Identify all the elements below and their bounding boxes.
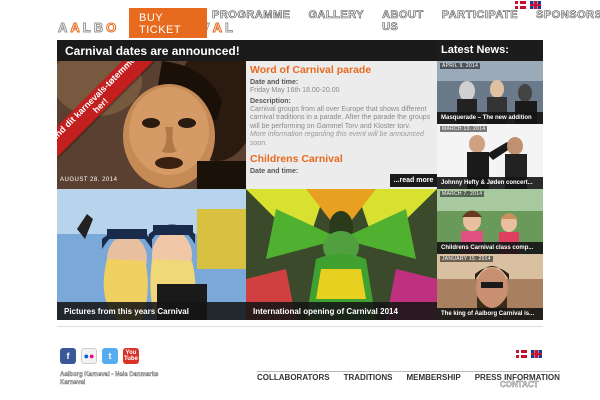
- article-description: Carnival groups from all over Europe tha…: [250, 105, 431, 130]
- logo-letter: A: [57, 19, 69, 35]
- footer-language-switcher: [516, 350, 542, 358]
- footer-nav-contact[interactable]: CONTACT: [500, 380, 539, 389]
- footer-nav-traditions[interactable]: TRADITIONS: [344, 373, 393, 382]
- article-date: Friday May 16th 18.00-20.00: [250, 87, 340, 94]
- news-date: MARCH 7. 2014: [440, 191, 485, 197]
- news-caption: The king of Aalborg Carnival is...: [437, 308, 543, 320]
- opening-tile[interactable]: International opening of Carnival 2014: [246, 189, 437, 320]
- gallery-photo: [57, 189, 246, 320]
- gallery-caption: Pictures from this years Carnival: [57, 302, 246, 320]
- news-item[interactable]: MARCH 13. 2014 Johnny Hefty & Jøden conc…: [437, 124, 543, 189]
- nav-item-sponsors[interactable]: SPONSORS: [536, 9, 600, 33]
- nav-item-about-us[interactable]: ABOUT US: [382, 9, 424, 34]
- gallery-tile[interactable]: Pictures from this years Carnival: [57, 189, 246, 320]
- footer-copyright: Aalborg Karneval - Nele Danmarks Karneva…: [60, 372, 159, 386]
- nav-item-participate[interactable]: PARTICIPATE: [441, 9, 518, 33]
- news-caption: Masquerade – The new addition: [437, 112, 543, 124]
- facebook-icon[interactable]: f: [60, 348, 76, 364]
- page: A A L B O E V A L BUY TICKET PROGRAMME G…: [0, 0, 600, 400]
- feature-image[interactable]: Find dit karnevals-tøtemmer her!: [57, 61, 246, 189]
- twitter-icon[interactable]: t: [102, 348, 118, 364]
- english-flag-icon[interactable]: [530, 1, 541, 9]
- opening-caption: International opening of Carnival 2014: [246, 302, 437, 320]
- news-date: APRIL 9. 2014: [440, 63, 481, 69]
- news-item[interactable]: MARCH 7. 2014 Childrens Carnival class c…: [437, 189, 543, 254]
- feature-article: Word of Carnival parade Date and time: F…: [246, 61, 437, 189]
- danish-flag-icon[interactable]: [516, 350, 527, 358]
- featured-section-title: Carnival dates are announced!: [57, 40, 437, 61]
- youtube-icon[interactable]: You Tube: [123, 348, 139, 364]
- news-date: JANUARY 15. 2014: [440, 256, 493, 262]
- article-more-info: More information regarding this event wi…: [250, 131, 424, 147]
- english-flag-icon[interactable]: [531, 350, 542, 358]
- footer-nav-collaborators[interactable]: COLLABORATORS: [257, 373, 330, 382]
- article-label-description: Description:: [250, 97, 291, 105]
- opening-photo: [246, 189, 437, 320]
- article-title[interactable]: Word of Carnival parade: [250, 64, 433, 76]
- flickr-icon[interactable]: ● ●: [81, 348, 97, 364]
- feature-date: AUGUST 28. 2014: [60, 177, 118, 183]
- news-caption: Childrens Carnival class comp...: [437, 242, 543, 254]
- danish-flag-icon[interactable]: [515, 1, 526, 9]
- article-label-date: Date and time:: [250, 79, 299, 86]
- nav-item-programme[interactable]: PROGRAMME: [212, 9, 291, 33]
- nav-item-gallery[interactable]: GALLERY: [308, 9, 364, 33]
- social-links: f ● ● t You Tube: [60, 348, 139, 364]
- latest-news-title: Latest News:: [441, 44, 509, 56]
- news-caption: Johnny Hefty & Jøden concert...: [437, 177, 543, 189]
- logo-letter: O: [106, 19, 118, 35]
- news-item[interactable]: APRIL 9. 2014 Masquerade – The new addit…: [437, 61, 543, 124]
- article-title[interactable]: Childrens Carnival: [250, 153, 433, 165]
- main-nav: PROGRAMME GALLERY ABOUT US PARTICIPATE S…: [212, 9, 600, 34]
- language-switcher: [515, 1, 541, 9]
- top-header: A A L B O E V A L BUY TICKET PROGRAMME G…: [0, 0, 600, 40]
- logo-letter: L: [82, 19, 92, 35]
- read-more-button[interactable]: ...read more: [390, 174, 437, 187]
- news-date: MARCH 13. 2014: [440, 126, 488, 132]
- buy-ticket-button[interactable]: BUY TICKET: [129, 8, 207, 38]
- logo-letter: B: [93, 19, 105, 35]
- logo-letter: A: [70, 19, 81, 35]
- news-item[interactable]: JANUARY 15. 2014 The king of Aalborg Car…: [437, 254, 543, 320]
- footer-nav-membership[interactable]: MEMBERSHIP: [406, 373, 460, 382]
